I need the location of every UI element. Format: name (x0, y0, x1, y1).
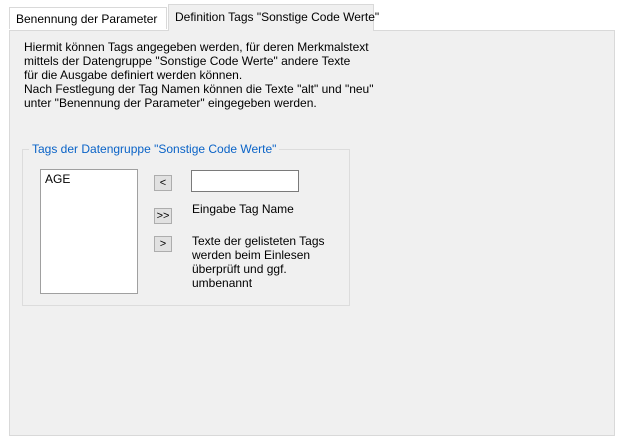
tab-parameter-naming[interactable]: Benennung der Parameter (9, 7, 167, 29)
list-item[interactable]: AGE (41, 170, 137, 188)
remove-tag-button[interactable]: < (154, 175, 172, 191)
groupbox-title: Tags der Datengruppe "Sonstige Code Wert… (29, 142, 280, 156)
tab-tag-definition[interactable]: Definition Tags "Sonstige Code Werte" (168, 4, 379, 31)
add-tag-button[interactable]: > (154, 236, 172, 252)
tags-groupbox: Tags der Datengruppe "Sonstige Code Wert… (22, 142, 352, 306)
description-text: Hiermit können Tags angegeben werden, fü… (24, 40, 444, 110)
description-line: Hiermit können Tags angegeben werden, fü… (24, 40, 369, 54)
tag-name-label: Eingabe Tag Name (192, 202, 294, 216)
note-line: Texte der gelisteten Tags (192, 234, 325, 248)
tab-strip: Benennung der Parameter Definition Tags … (0, 0, 624, 31)
note-line: werden beim Einlesen (192, 248, 311, 262)
note-line: umbenannt (192, 276, 253, 290)
description-line: für die Ausgabe definiert werden können. (24, 68, 243, 82)
note-line: überprüft und ggf. (192, 262, 287, 276)
description-line: mittels der Datengruppe "Sonstige Code W… (24, 54, 351, 68)
tags-note: Texte der gelisteten Tags werden beim Ei… (192, 234, 352, 290)
tags-listbox[interactable]: AGE (40, 169, 138, 294)
add-all-tags-button[interactable]: >> (154, 208, 172, 224)
description-line: unter "Benennung der Parameter" eingegeb… (24, 96, 317, 110)
description-line: Nach Festlegung der Tag Namen können die… (24, 82, 374, 96)
tab-panel: Hiermit können Tags angegeben werden, fü… (9, 30, 615, 436)
tag-name-input[interactable] (191, 170, 299, 192)
